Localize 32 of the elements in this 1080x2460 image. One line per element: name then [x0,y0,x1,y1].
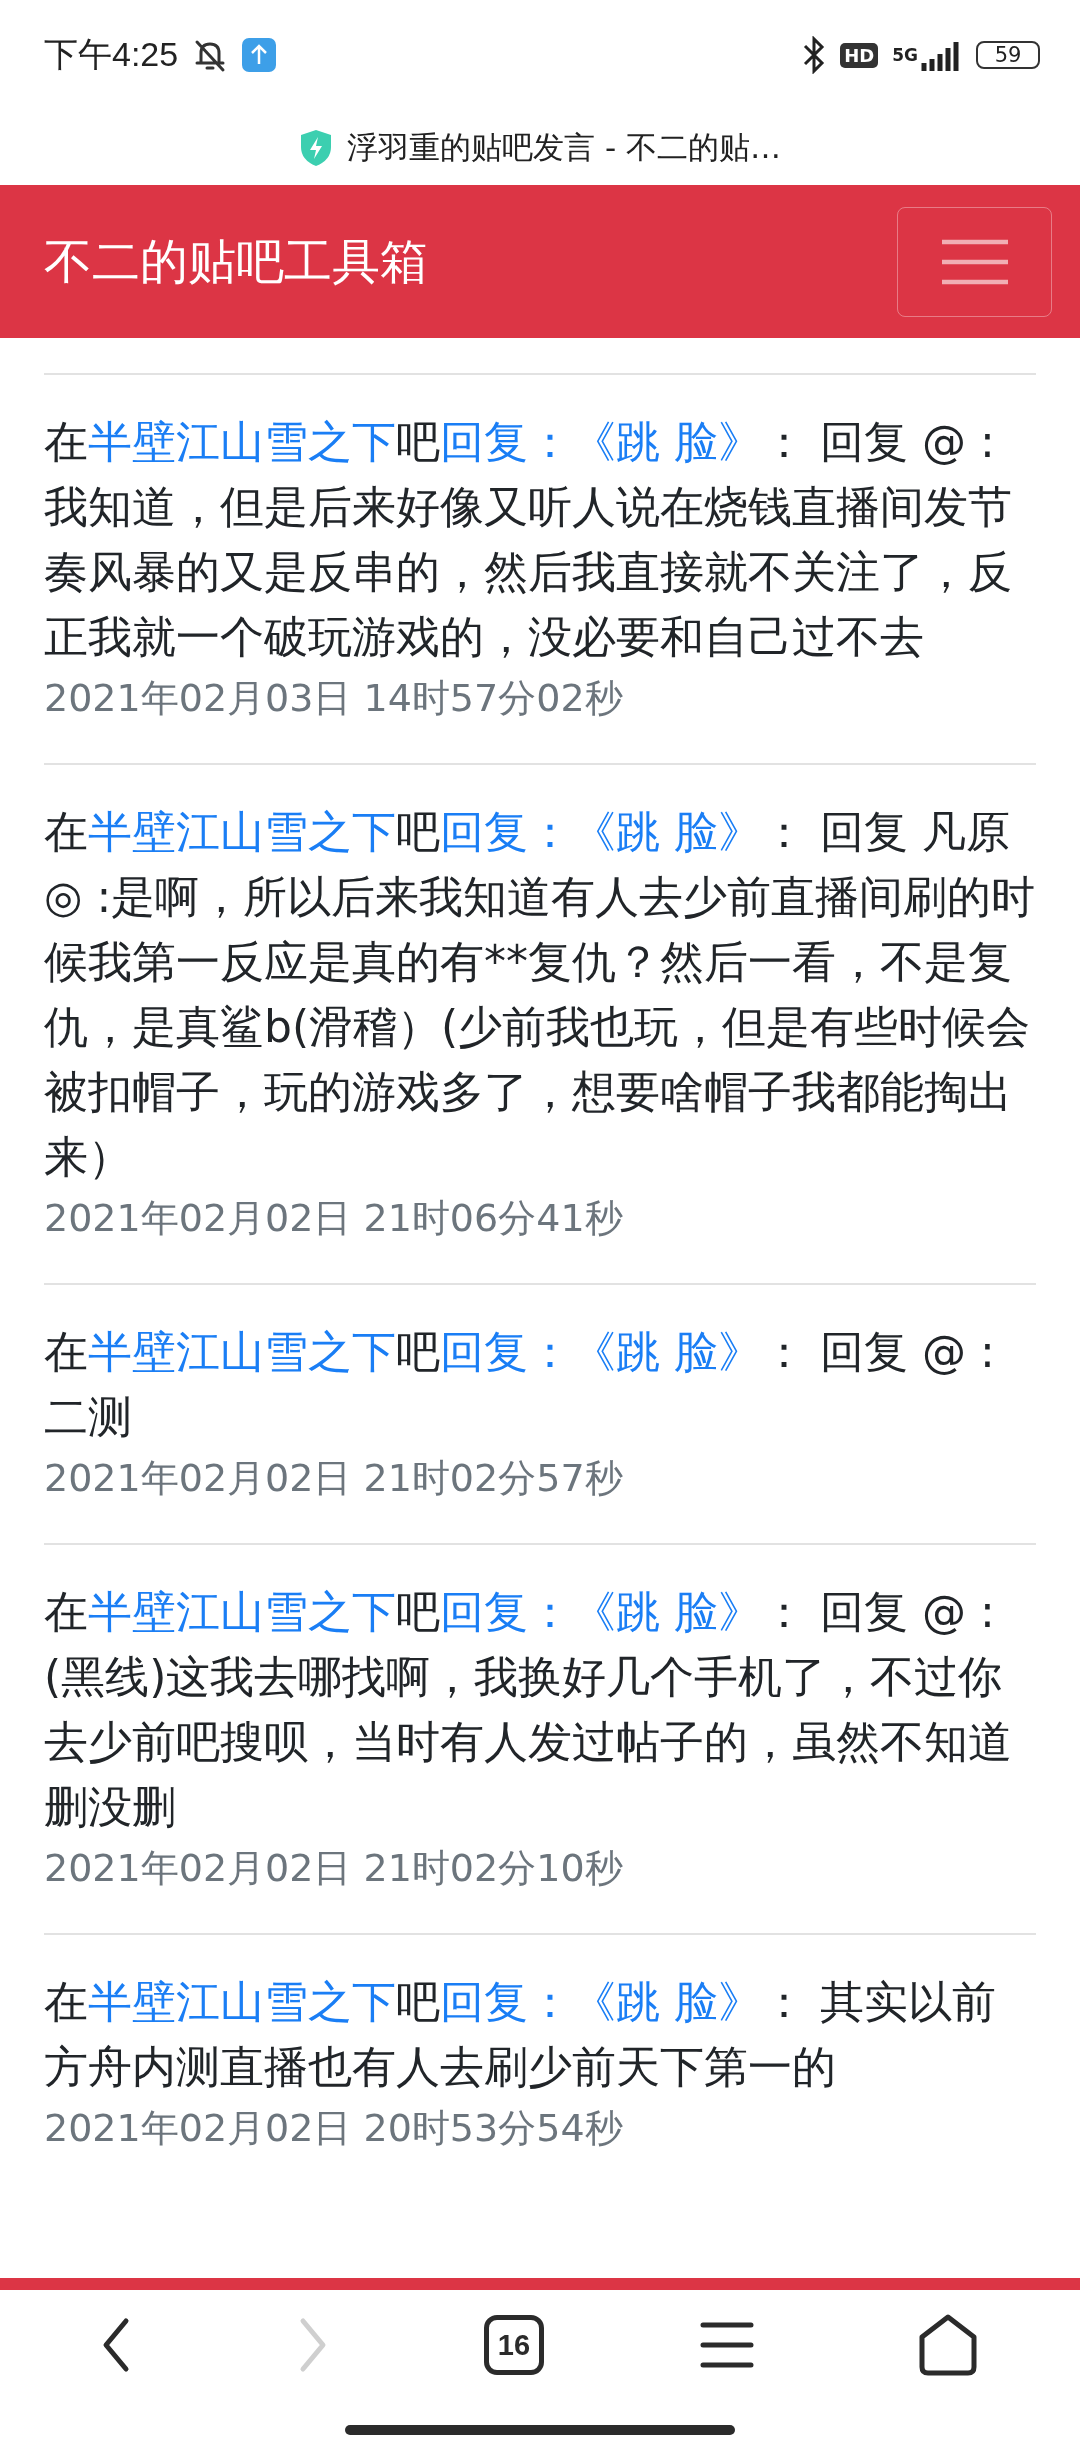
bluetooth-icon [802,36,827,74]
post-text: 在半壁江山雪之下吧回复：《跳 脸》： 回复 @ :我知道，但是后来好像又听人说在烧钱直播间发节奏风暴的又是反串的，然后我直接就不关注了，反正我就一个破玩游戏的，没必要和自己过不去 [44,415,1013,664]
forum-link[interactable]: 半壁江山雪之下 [88,416,396,467]
post-time: 2021年02月02日 21时02分57秒 [44,1455,624,1502]
upload-icon [242,38,277,72]
thread-link[interactable]: 回复：《跳 脸》 [440,416,762,467]
clock: 下午4:25 [44,34,179,75]
navbar-brand: 不二的贴吧工具箱 [44,231,428,291]
battery-indicator: 59 [976,41,1040,69]
signal-icon [920,39,962,71]
menu-toggle-button[interactable] [897,206,1052,317]
post-text: 在半壁江山雪之下吧回复：《跳 脸》： 其实以前方舟内测直播也有人去刷少前天下第一的 [44,1975,997,2094]
post-text: 在半壁江山雪之下吧回复：《跳 脸》： 回复 @ :二测 [44,1325,996,1444]
thread-link[interactable]: 回复：《跳 脸》 [440,1976,762,2027]
hd-indicator: HD [840,42,879,68]
thread-link[interactable]: 回复：《跳 脸》 [440,1586,762,1637]
forum-link[interactable]: 半壁江山雪之下 [88,1586,396,1637]
shield-icon [299,128,334,167]
post-text: 在半壁江山雪之下吧回复：《跳 脸》： 回复 @ :(黑线)这我去哪找啊，我换好几个手机了，不过你去少前吧搜呗，当时有人发过帖子的，虽然不知道删没删 [44,1585,1013,1834]
forum-link[interactable]: 半壁江山雪之下 [88,1326,396,1377]
post-time: 2021年02月03日 14时57分02秒 [44,675,624,722]
page-title: 浮羽重的贴吧发言 - 不二的贴… [347,127,781,167]
network-type: 5G [892,45,918,65]
post-text: 在半壁江山雪之下吧回复：《跳 脸》： 回复 凡原◎ :是啊，所以后来我知道有人去少前直播间刷的时候我第一反应是真的有**复仇？然后一看，不是复仇，是真鲨b(滑稽）(少前我也玩，但是有些时候会被扣帽子，玩的游戏多了，想要啥帽子我都能掏出来） [44,805,1036,1184]
thread-link[interactable]: 回复：《跳 脸》 [440,1326,762,1377]
post-time: 2021年02月02日 21时06分41秒 [44,1195,624,1242]
forum-link[interactable]: 半壁江山雪之下 [88,806,396,857]
forum-link[interactable]: 半壁江山雪之下 [88,1976,396,2027]
tabs-button[interactable]: 16 [484,2315,544,2375]
post-time: 2021年02月02日 21时02分10秒 [44,1845,624,1892]
thread-link[interactable]: 回复：《跳 脸》 [440,806,762,857]
post-time: 2021年02月02日 20时53分54秒 [44,2105,624,2152]
